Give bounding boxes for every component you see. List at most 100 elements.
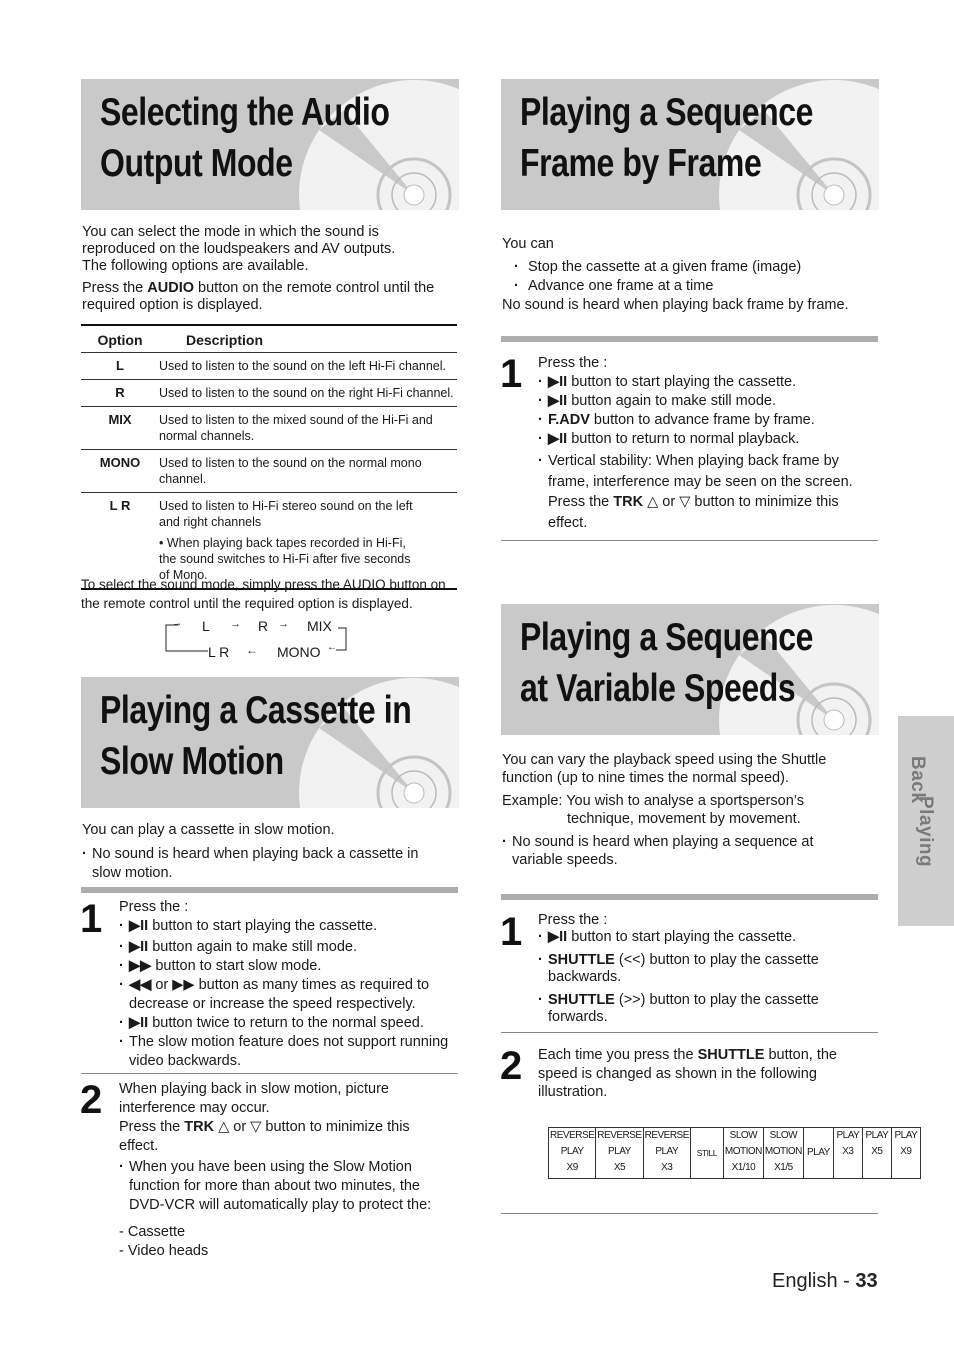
note-line: the remote control until the required op… [81, 596, 413, 611]
slow-intro: You can play a cassette in slow motion. … [82, 821, 427, 883]
step-item: ▶II button to start playing the cassette… [538, 373, 873, 392]
table-row: MONO Used to listen to the sound on the n… [81, 450, 457, 493]
fast-forward-icon: ▶▶ [129, 958, 152, 974]
section-end-divider [501, 1213, 878, 1214]
variable-section-title: Playing a Sequence at Variable Speeds [520, 612, 813, 714]
speed-cell-line: PLAY [560, 1146, 584, 1157]
intro-line: The following options are available. [82, 258, 309, 274]
play-pause-icon: ▶II [129, 939, 149, 955]
cycle-option-mix: MIX [307, 618, 332, 634]
option-cell: MONO [99, 455, 141, 470]
speed-cell: PLAY [802, 1127, 834, 1179]
speed-row: REVERSE PLAY X9 REVERSE PLAY X5 REVERSE PLAY X3 S… [547, 1127, 921, 1179]
title-line: Output Mode [100, 142, 293, 185]
intro-bullet: Advance one frame at a time [514, 277, 882, 296]
text: Each time you press the [538, 1047, 698, 1063]
step-number: 1 [500, 352, 523, 396]
trk-instruction: Press the TRK △ or ▽ button to minimize … [119, 1118, 449, 1156]
audio-button-label: AUDIO [147, 280, 195, 296]
description-cell: Used to listen to the mixed sound of the… [159, 413, 433, 443]
table-row: L Used to listen to the sound on the left… [81, 353, 457, 380]
intro-bullet: Stop the cassette at a given frame (imag… [514, 258, 882, 277]
page-number: 33 [855, 1270, 878, 1292]
text: button to start playing the cassette. [567, 929, 797, 945]
fadv-button-label: F.ADV [548, 412, 590, 428]
variable-note-bullet: No sound is heard when playing a sequenc… [502, 833, 847, 869]
step-item: ▶II button twice to return to the normal… [119, 1014, 459, 1033]
audio-options-table-wrap: Option Description L Used to listen to th… [81, 324, 457, 590]
step-item: ◀◀ or ▶▶ button as many times as require… [119, 976, 459, 1014]
audio-cycle-diagram: → L → R → MIX L R ← MONO ← [160, 616, 360, 662]
speed-cell: PLAY X9 [890, 1127, 921, 1179]
step-lead: Press the : [538, 912, 608, 928]
step-item: ▶II button to start playing the cassette… [119, 917, 459, 936]
speed-cell: SLOW MOTION X1/10 [722, 1127, 764, 1179]
shuttle-button-label: SHUTTLE [548, 952, 615, 968]
section-divider [501, 894, 878, 900]
frame-section-title: Playing a Sequence Frame by Frame [520, 87, 813, 189]
trk-button-label: TRK [184, 1119, 215, 1135]
chapter-side-tab: Playing Back [898, 716, 954, 926]
step-item: Vertical stability: When playing back fr… [538, 451, 873, 533]
table-header-row: Option Description [81, 325, 457, 353]
step-number: 1 [80, 897, 103, 941]
text: The slow motion feature does not support… [129, 1034, 449, 1069]
footer-language: English - [772, 1270, 856, 1292]
slow-step1: Press the : ▶II button to start playing … [119, 898, 459, 1071]
step-item: ▶II button again to make still mode. [119, 938, 459, 957]
speed-cell-line: MOTION [764, 1146, 803, 1157]
intro-line: You can vary the playback speed using th… [502, 752, 827, 786]
chapter-word: Playing [915, 796, 936, 868]
rewind-icon: ◀◀ [129, 977, 152, 993]
audio-section-banner: Selecting the Audio Output Mode [81, 79, 459, 210]
step-number: 2 [80, 1078, 103, 1122]
text: or ▶▶ button as many times as required t… [129, 977, 430, 1012]
step-text: When playing back in slow motion, pictur… [119, 1081, 389, 1116]
chapter-label: Playing Back [906, 756, 936, 867]
speed-cell-line: X9 [900, 1146, 912, 1157]
audio-section-title: Selecting the Audio Output Mode [100, 87, 390, 189]
trk-button-label: TRK [613, 494, 644, 510]
intro-line: reproduced on the loudspeakers and AV ou… [82, 241, 396, 257]
speed-cell: STILL [689, 1127, 724, 1179]
step-number: 2 [500, 1044, 523, 1088]
speed-cell-line: PLAY [655, 1146, 679, 1157]
cycle-option-lr: L R [208, 644, 230, 660]
slow-section-title: Playing a Cassette in Slow Motion [100, 685, 412, 787]
slow-note-bullet: No sound is heard when playing back a ca… [82, 845, 427, 883]
step-text: Each time you press the SHUTTLE button, … [538, 1046, 858, 1102]
text: button again to make still mode. [148, 939, 357, 955]
arrow-right-icon: → [278, 618, 289, 630]
speed-cell-line: PLAY [806, 1147, 830, 1158]
speed-cell-line: STILL [696, 1148, 718, 1158]
table-row: R Used to listen to the sound on the righ… [81, 380, 457, 407]
play-pause-icon: ▶II [129, 918, 149, 934]
variable-step2: Each time you press the SHUTTLE button, … [538, 1046, 858, 1102]
frame-intro: You can Stop the cassette at a given fra… [502, 235, 882, 315]
dash-item: - Cassette [119, 1224, 186, 1240]
speed-cell: PLAY X3 [832, 1127, 863, 1179]
intro-line: You can play a cassette in slow motion. [82, 822, 335, 838]
text: button twice to return to the normal spe… [148, 1015, 424, 1031]
option-cell: MIX [108, 412, 132, 427]
section-divider [501, 336, 878, 342]
play-pause-icon: ▶II [548, 374, 568, 390]
step-lead: Press the : [538, 355, 608, 371]
speed-cell-line: MOTION [724, 1146, 763, 1157]
slow-section-banner: Playing a Cassette in Slow Motion [81, 677, 459, 808]
title-line: Playing a Cassette in [100, 689, 412, 732]
step-item: The slow motion feature does not support… [119, 1033, 459, 1071]
play-pause-icon: ▶II [548, 431, 568, 447]
step-lead: Press the : [119, 899, 189, 915]
intro-line: You can select the mode in which the sou… [82, 224, 379, 240]
speed-cell-line: SLOW [769, 1130, 798, 1141]
step-item: ▶▶ button to start slow mode. [119, 957, 459, 976]
audio-select-note: To select the sound mode, simply press t… [81, 575, 461, 613]
audio-intro: You can select the mode in which the sou… [82, 224, 462, 314]
text: Press the [119, 1119, 185, 1135]
speed-cell-line: X5 [613, 1162, 626, 1173]
variable-step1: Press the : ▶II button to start playing … [538, 912, 873, 1026]
text: button again to make still mode. [567, 393, 776, 409]
frame-section-banner: Playing a Sequence Frame by Frame [501, 79, 879, 210]
cycle-option-mono: MONO [277, 644, 321, 660]
